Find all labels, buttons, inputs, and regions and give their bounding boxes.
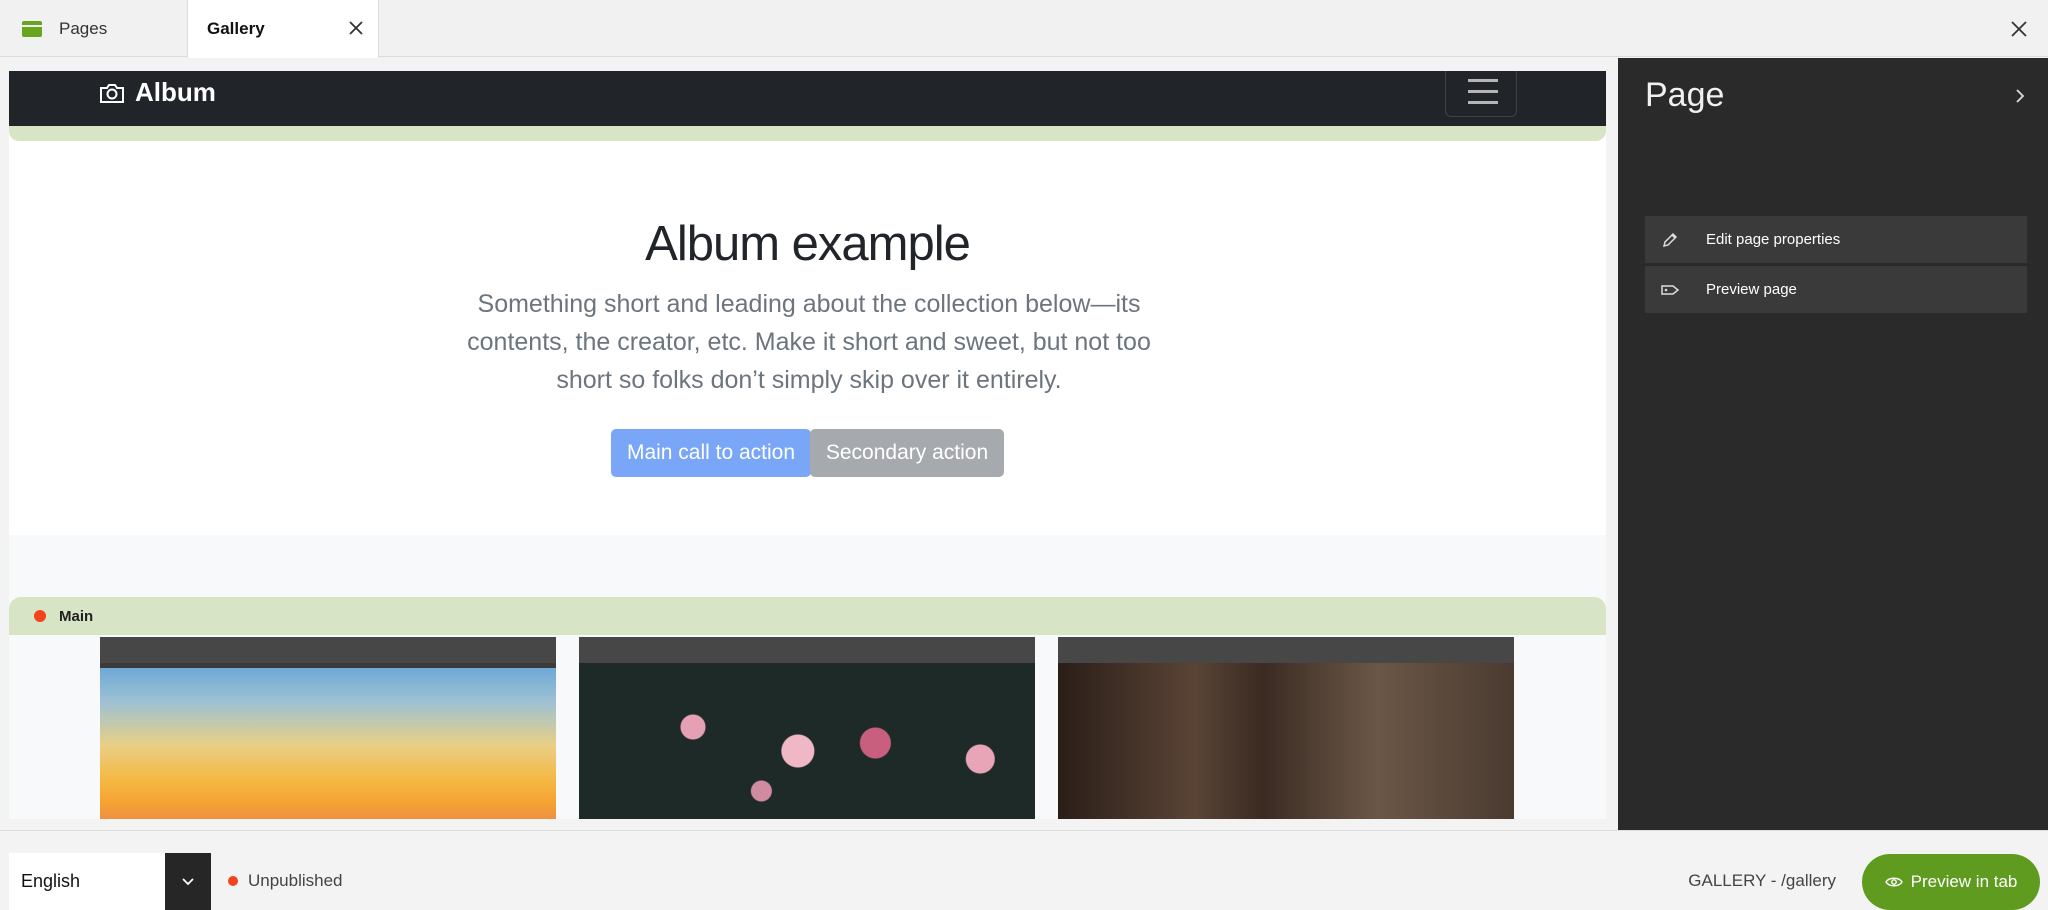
main-region-strip[interactable]: Main: [9, 597, 1606, 635]
chevron-right-icon[interactable]: [2014, 88, 2026, 104]
status-dot-icon: [34, 610, 46, 622]
brand-label: Album: [135, 77, 216, 107]
page-canvas: Album Album example Something short and …: [9, 71, 1606, 819]
preview-in-tab-label: Preview in tab: [1910, 872, 2018, 891]
tag-icon: [1661, 284, 1680, 295]
album-card[interactable]: [1058, 637, 1514, 819]
tab-pages[interactable]: Pages: [0, 0, 187, 57]
status-dot-icon: [228, 876, 238, 886]
tab-bar: Pages Gallery: [0, 0, 2048, 58]
preview-in-tab-button[interactable]: Preview in tab: [1862, 854, 2040, 910]
window-close-icon[interactable]: [2008, 18, 2030, 40]
album-card[interactable]: [100, 637, 556, 819]
header-region-strip: [9, 126, 1606, 141]
close-icon[interactable]: [346, 18, 366, 38]
secondary-action-button[interactable]: Secondary action: [810, 429, 1004, 477]
chevron-down-icon: [182, 877, 194, 885]
album-navbar: Album: [9, 71, 1606, 126]
pencil-icon: [1662, 232, 1678, 247]
preview-page-label: Preview page: [1706, 281, 1797, 298]
pages-icon: [22, 20, 42, 37]
bottom-bar: English Unpublished GALLERY - /gallery P…: [0, 830, 2048, 910]
album-card[interactable]: [579, 637, 1035, 819]
page-panel: Page Edit page properties Preview page: [1618, 58, 2048, 830]
building-image: [1058, 663, 1514, 819]
sunset-image: [100, 668, 556, 819]
preview-page-button[interactable]: Preview page: [1645, 266, 2027, 313]
main-region-label: Main: [59, 607, 94, 625]
main-cta-button[interactable]: Main call to action: [611, 429, 811, 477]
eye-icon: [1884, 877, 1903, 887]
menu-toggle-button[interactable]: [1445, 71, 1517, 117]
camera-icon: [100, 83, 124, 103]
status-label: Unpublished: [248, 871, 343, 890]
tab-gallery-label: Gallery: [207, 19, 265, 38]
page-path: GALLERY - /gallery: [1688, 871, 1836, 890]
hero-lead: Something short and leading about the co…: [467, 290, 1151, 394]
album-brand[interactable]: Album: [99, 77, 216, 108]
tab-pages-label: Pages: [59, 18, 108, 38]
publish-status: Unpublished: [228, 871, 343, 891]
panel-title: Page: [1645, 76, 1725, 114]
language-select[interactable]: English: [9, 853, 165, 910]
edit-page-properties-button[interactable]: Edit page properties: [1645, 216, 2027, 263]
hero-title: Album example: [645, 217, 971, 271]
edit-page-properties-label: Edit page properties: [1706, 231, 1841, 248]
tab-gallery[interactable]: Gallery: [187, 0, 379, 58]
language-dropdown-button[interactable]: [165, 853, 211, 910]
flowers-image: [579, 663, 1035, 819]
